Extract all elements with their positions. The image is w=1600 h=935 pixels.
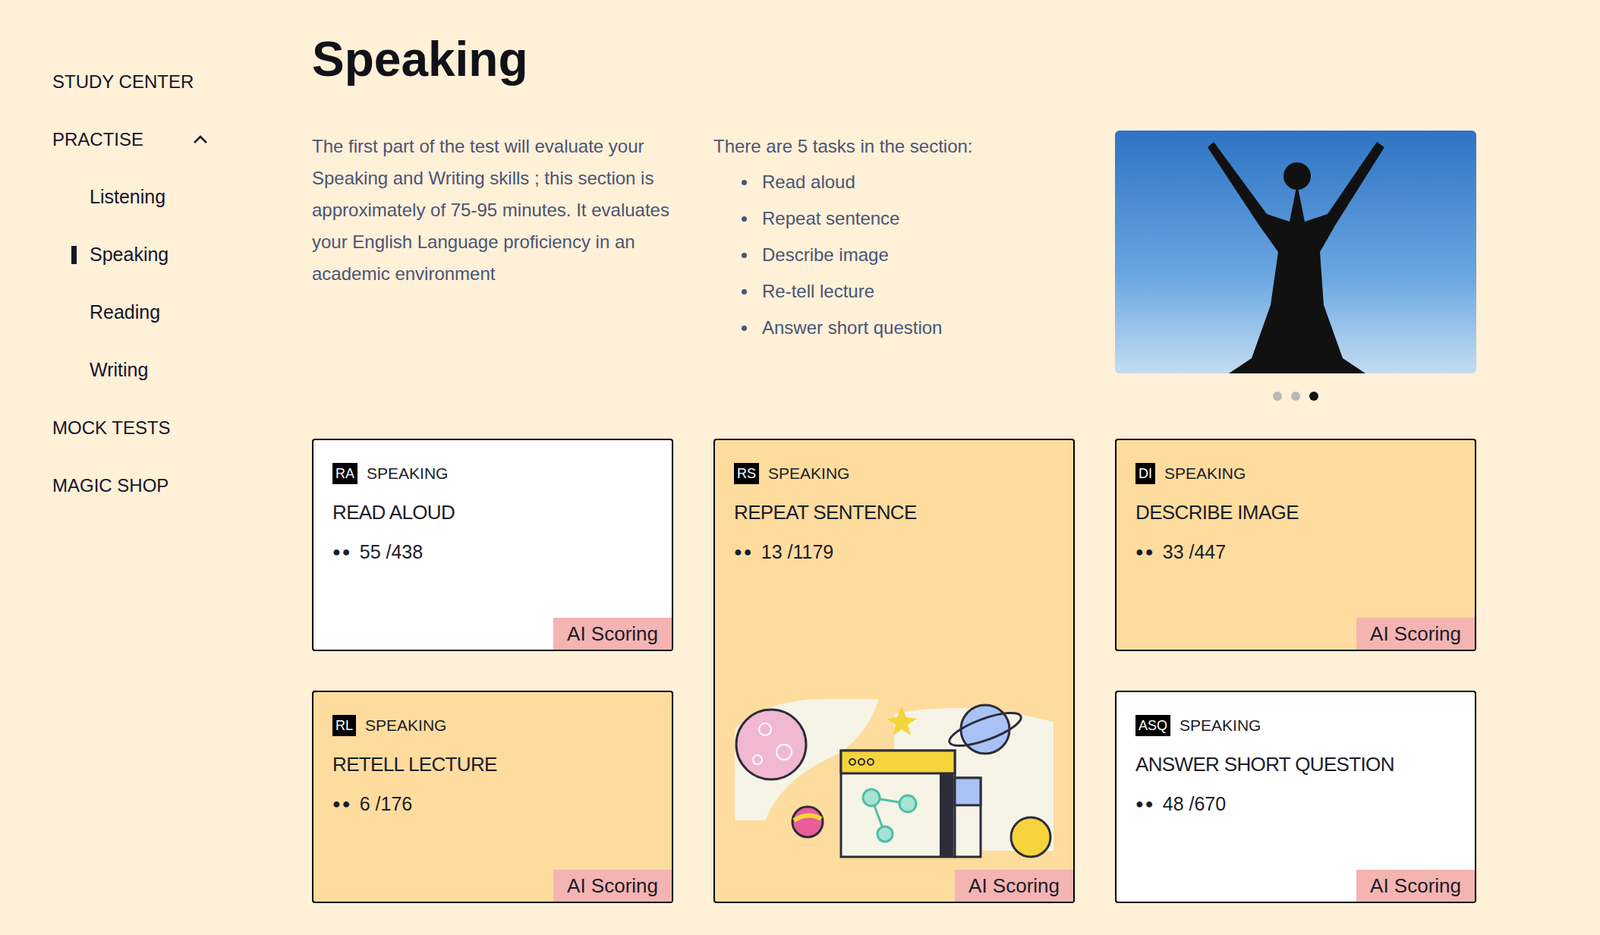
task-card[interactable]: RA SPEAKING READ ALOUD ●●55 /438 AI Scoring: [311, 438, 674, 652]
selected-marker-icon: [71, 361, 77, 380]
sidebar-item[interactable]: Writing: [52, 341, 312, 400]
bullet-icon: [741, 289, 747, 295]
task-list-item: Re-tell lecture: [741, 273, 1075, 310]
illustration: [733, 699, 1055, 863]
card-header: DI SPEAKING: [1135, 461, 1456, 486]
section-description: The first part of the test will evaluate…: [311, 130, 674, 401]
card-title: ANSWER SHORT QUESTION: [1135, 749, 1456, 780]
card-progress: ●●33 /447: [1135, 538, 1456, 567]
card-progress: ●●6 /176: [332, 790, 653, 819]
task-abbr-badge: RA: [332, 462, 358, 485]
task-list-item: Describe image: [741, 236, 1075, 274]
carousel: [1114, 130, 1477, 401]
task-abbr-badge: DI: [1135, 462, 1156, 485]
task-list-item: Read aloud: [741, 163, 1075, 201]
progress-dots-icon: ●●: [332, 541, 353, 563]
sidebar-item[interactable]: Listening: [52, 168, 312, 227]
ai-scoring-badge: AI Scoring: [954, 869, 1074, 902]
chevron-icon[interactable]: [192, 134, 209, 145]
sidebar-item[interactable]: STUDY CENTER: [52, 53, 312, 111]
selected-marker-icon: [71, 303, 77, 322]
page-title: Speaking: [311, 34, 1477, 84]
sidebar-item[interactable]: PRACTISE: [52, 110, 312, 169]
sidebar-item[interactable]: Speaking: [52, 226, 312, 284]
card-title: DESCRIBE IMAGE: [1135, 497, 1456, 528]
ai-scoring-badge: AI Scoring: [1356, 617, 1475, 650]
ai-scoring-badge: AI Scoring: [553, 869, 672, 902]
task-abbr-badge: RL: [332, 714, 356, 737]
card-progress: ●●55 /438: [332, 538, 653, 567]
intro-section: The first part of the test will evaluate…: [311, 130, 1477, 401]
task-list-item: Repeat sentence: [741, 200, 1075, 237]
card-category: SPEAKING: [1179, 713, 1261, 738]
card-header: ASQ SPEAKING: [1135, 713, 1456, 738]
task-card[interactable]: RL SPEAKING RETELL LECTURE ●●6 /176 AI Scori…: [311, 690, 674, 904]
card-header: RL SPEAKING: [332, 713, 653, 738]
page: STUDY CENTERPRACTISEListeningSpeakingRea…: [0, 0, 1600, 935]
sidebar-item[interactable]: MOCK TESTS: [52, 399, 312, 457]
card-progress: ●●13 /1179: [733, 538, 1055, 567]
card-title: REPEAT SENTENCE: [733, 497, 1055, 528]
progress-dots-icon: ●●: [1135, 541, 1156, 563]
card-header: RS SPEAKING: [733, 461, 1055, 486]
task-list: There are 5 tasks in the section:Read al…: [713, 130, 1075, 401]
progress-dots-icon: ●●: [332, 793, 353, 815]
task-list-item: Answer short question: [741, 309, 1075, 347]
hero-photo: [1114, 130, 1477, 374]
task-card[interactable]: RS SPEAKING REPEAT SENTENCE ●●13 /1179 AI Sc…: [713, 438, 1075, 904]
card-title: READ ALOUD: [332, 497, 653, 528]
ai-scoring-badge: AI Scoring: [553, 617, 672, 650]
bullet-icon: [741, 252, 747, 259]
task-abbr-badge: RS: [733, 462, 760, 485]
card-category: SPEAKING: [365, 713, 447, 738]
planets-illustration-icon: [734, 699, 1054, 863]
bullet-icon: [741, 325, 747, 331]
card-progress: ●●48 /670: [1135, 790, 1456, 819]
sidebar: STUDY CENTERPRACTISEListeningSpeakingRea…: [0, 0, 312, 935]
carousel-dot[interactable]: [1291, 391, 1301, 401]
bullet-icon: [741, 216, 747, 222]
card-category: SPEAKING: [366, 461, 448, 486]
carousel-dots: [1272, 391, 1319, 401]
ai-scoring-badge: AI Scoring: [1356, 869, 1475, 902]
task-abbr-badge: ASQ: [1135, 714, 1171, 737]
task-card[interactable]: DI SPEAKING DESCRIBE IMAGE ●●33 /447 AI Scor…: [1114, 438, 1477, 652]
main-content: Speaking The first part of the test will …: [311, 0, 1477, 935]
carousel-dot[interactable]: [1272, 391, 1282, 401]
sidebar-item[interactable]: MAGIC SHOP: [52, 456, 312, 515]
progress-dots-icon: ●●: [1135, 793, 1156, 815]
progress-dots-icon: ●●: [733, 541, 754, 563]
task-card-grid: RASPEAKINGREAD ALOUD●●55 /438AI ScoringR…: [311, 438, 1477, 904]
carousel-dot[interactable]: [1309, 391, 1319, 401]
selected-marker-icon: [71, 188, 77, 207]
bullet-icon: [741, 179, 747, 186]
card-category: SPEAKING: [768, 461, 850, 486]
task-card[interactable]: ASQ SPEAKING ANSWER SHORT QUESTION ●●48 /67…: [1114, 690, 1477, 904]
silhouette-icon: [1114, 130, 1477, 374]
card-header: RA SPEAKING: [332, 461, 653, 486]
selected-marker-icon: [71, 245, 77, 265]
sidebar-item[interactable]: Reading: [52, 283, 312, 342]
card-title: RETELL LECTURE: [332, 749, 653, 780]
card-category: SPEAKING: [1164, 461, 1246, 486]
